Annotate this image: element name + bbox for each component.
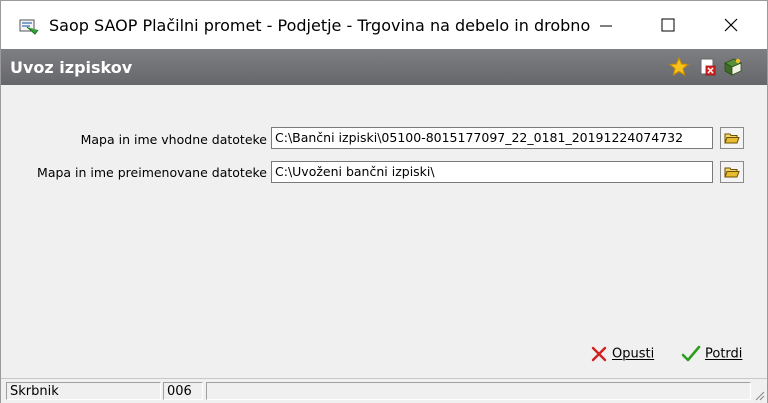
source-file-input[interactable]: C:\Bančni izpiski\05100-8015177097_22_01… xyxy=(271,127,713,149)
status-bar: Skrbnik 006 xyxy=(1,378,767,403)
browse-source-button[interactable] xyxy=(720,127,744,149)
folder-open-icon xyxy=(724,167,740,178)
confirm-button-label: Potrdi xyxy=(705,346,743,362)
status-code: 006 xyxy=(163,382,203,400)
renamed-file-input[interactable]: C:\Uvoženi bančni izpiski\ xyxy=(271,161,713,183)
title-bar[interactable]: Saop SAOP Plačilni promet - Podjetje - T… xyxy=(1,1,767,49)
exit-icon[interactable] xyxy=(698,57,718,77)
app-icon xyxy=(19,19,39,35)
minimize-icon[interactable] xyxy=(591,11,621,39)
cancel-button[interactable]: Opusti xyxy=(590,345,654,367)
help-book-icon[interactable] xyxy=(723,57,743,77)
favorite-star-icon[interactable] xyxy=(669,57,689,77)
status-user: Skrbnik xyxy=(6,382,161,400)
source-file-label: Mapa in ime vhodne datoteke xyxy=(80,132,267,147)
cancel-x-icon xyxy=(591,346,607,362)
form-title: Uvoz izpiskov xyxy=(10,58,133,77)
close-icon[interactable] xyxy=(716,11,746,39)
form-header: Uvoz izpiskov xyxy=(1,49,767,85)
confirm-button[interactable]: Potrdi xyxy=(681,345,742,367)
status-empty-panel xyxy=(206,382,751,400)
maximize-icon[interactable] xyxy=(653,11,683,39)
import-statements-window: Saop SAOP Plačilni promet - Podjetje - T… xyxy=(0,0,768,403)
resize-grip-icon[interactable] xyxy=(753,389,765,401)
window-title: Saop SAOP Plačilni promet - Podjetje - T… xyxy=(49,16,591,35)
cancel-button-label: Opusti xyxy=(612,346,655,362)
renamed-file-label: Mapa in ime preimenovane datoteke xyxy=(37,165,267,180)
checkmark-icon xyxy=(681,345,701,362)
folder-open-icon xyxy=(724,133,740,144)
browse-renamed-button[interactable] xyxy=(720,161,744,183)
